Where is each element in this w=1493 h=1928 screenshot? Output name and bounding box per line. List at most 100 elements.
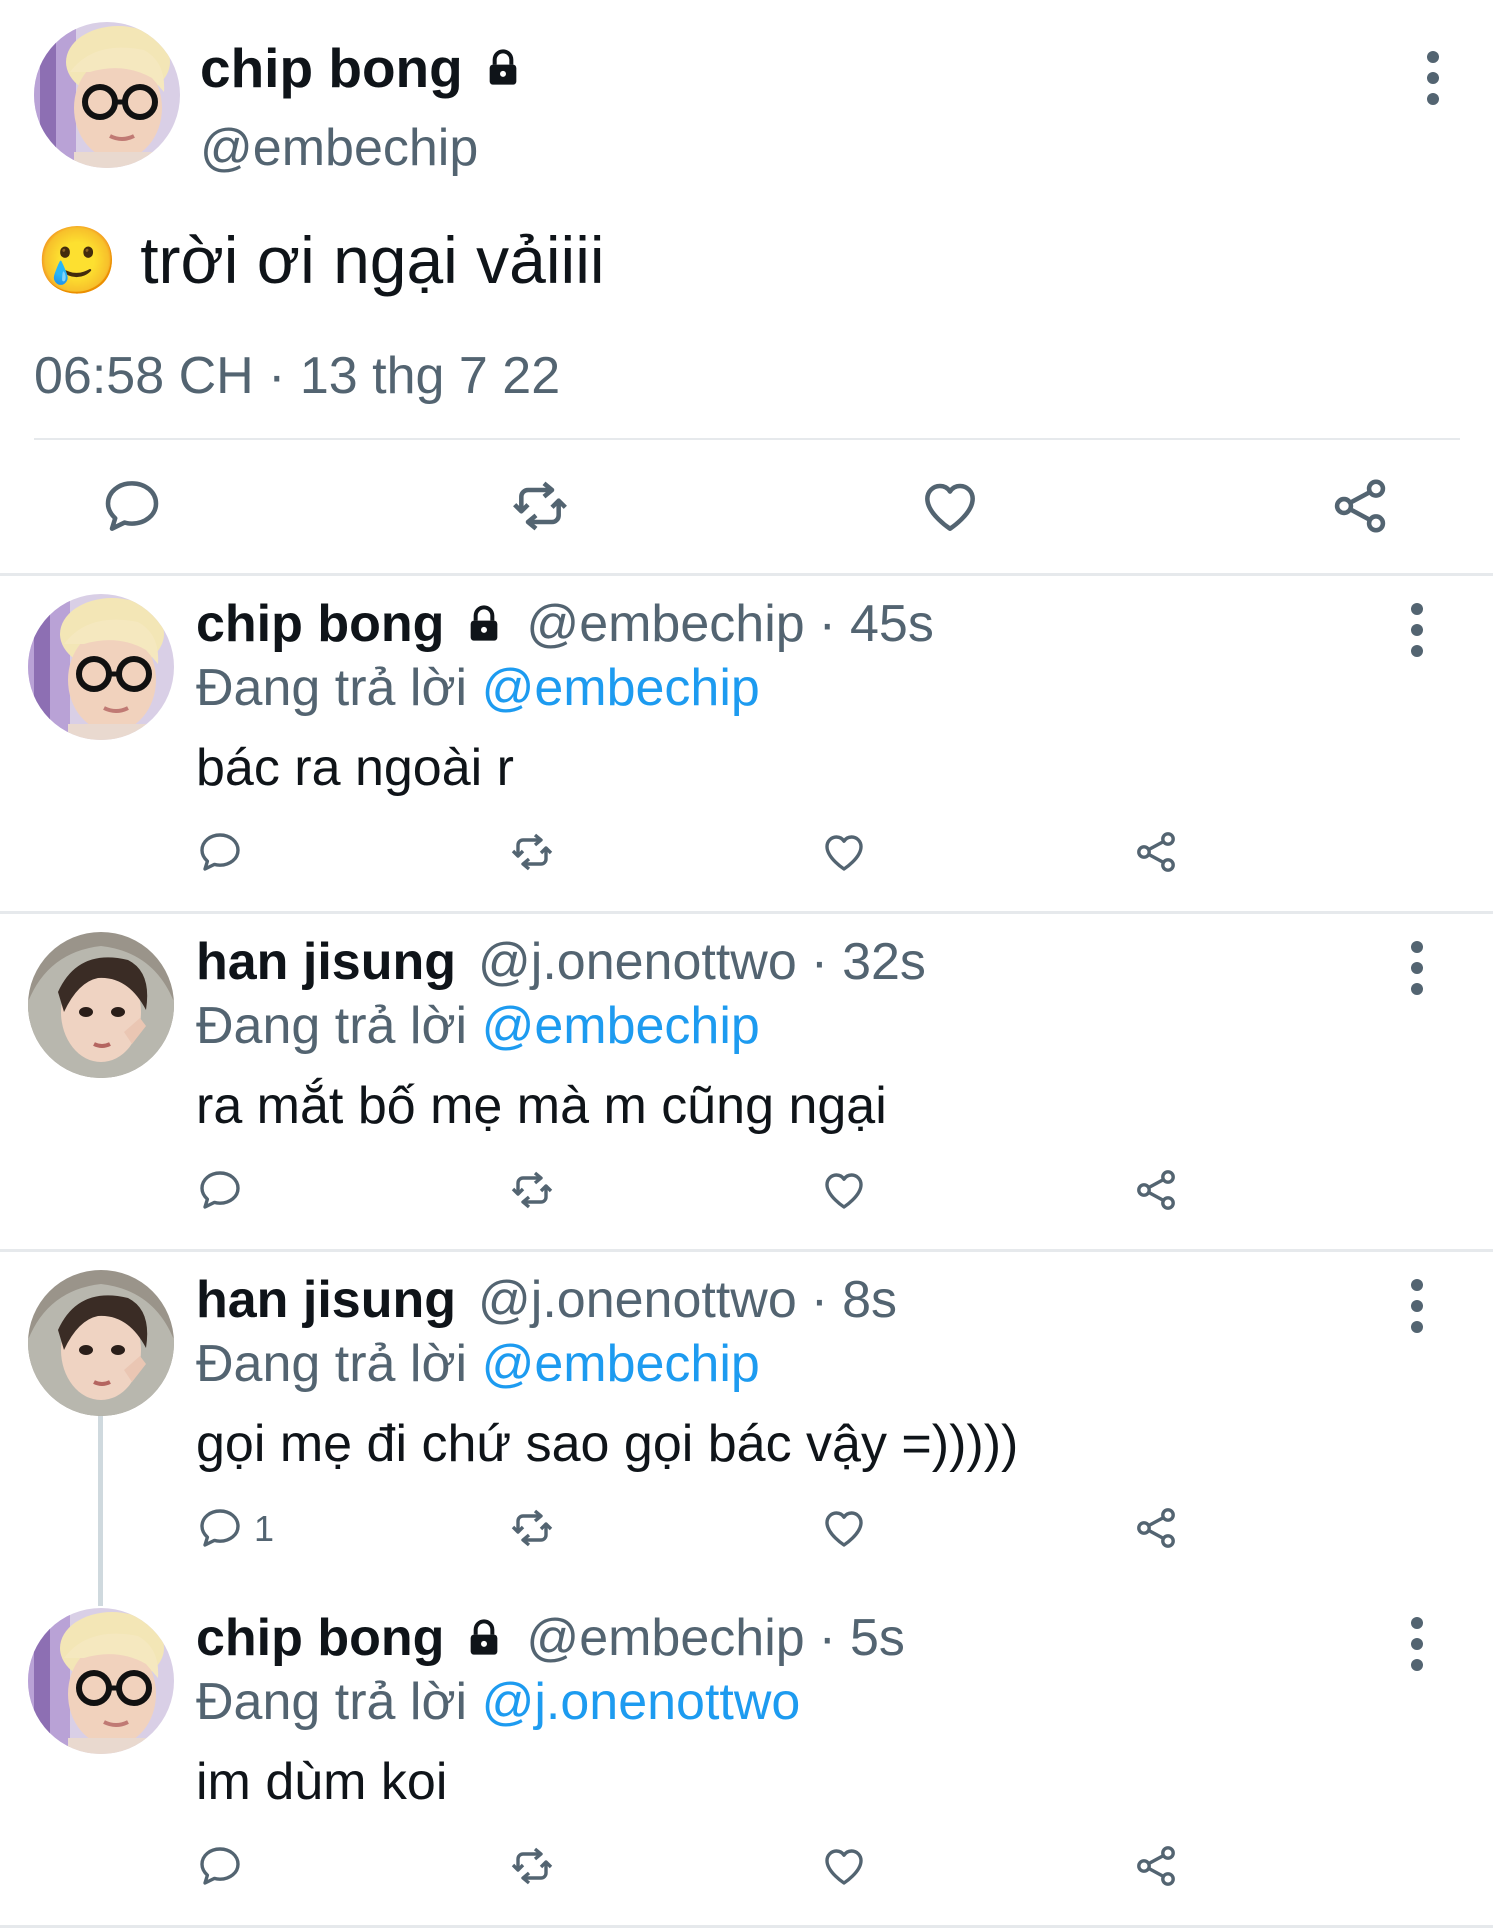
like-button[interactable] bbox=[820, 828, 868, 876]
reply-button[interactable] bbox=[196, 1504, 244, 1552]
reply-text: im dùm koi bbox=[196, 1753, 448, 1811]
mention-link[interactable]: @embechip bbox=[482, 1335, 760, 1393]
heart-icon bbox=[820, 1166, 868, 1214]
like-button[interactable] bbox=[820, 1166, 868, 1214]
reply-header: chip bong @embechip · 5s bbox=[196, 1606, 905, 1670]
share-icon bbox=[1132, 1504, 1180, 1552]
retweet-icon bbox=[508, 1166, 556, 1214]
separator-dot: · bbox=[818, 1609, 836, 1667]
author-name[interactable]: han jisung bbox=[196, 930, 456, 994]
author-name-text: chip bong bbox=[200, 37, 463, 99]
like-button[interactable] bbox=[820, 1504, 868, 1552]
avatar[interactable] bbox=[28, 1608, 174, 1754]
separator-dot: · bbox=[810, 933, 829, 991]
tweet-timestamp[interactable]: 06:58 CH · 13 thg 7 22 bbox=[34, 345, 560, 407]
author-name[interactable]: han jisung bbox=[196, 1268, 456, 1332]
divider bbox=[34, 438, 1460, 440]
reply-icon bbox=[100, 474, 164, 538]
replying-to-line: Đang trả lời @j.onenottwo bbox=[196, 1670, 800, 1734]
avatar[interactable] bbox=[34, 22, 180, 168]
heart-icon bbox=[820, 1842, 868, 1890]
tweet-age[interactable]: 8s bbox=[842, 1268, 897, 1332]
share-button[interactable] bbox=[1328, 474, 1392, 538]
share-icon bbox=[1132, 828, 1180, 876]
avatar[interactable] bbox=[28, 1270, 174, 1416]
author-handle[interactable]: @j.onenottwo bbox=[478, 1268, 797, 1332]
reply-button[interactable] bbox=[196, 828, 244, 876]
replying-to-label: Đang trả lời bbox=[196, 659, 468, 717]
share-button[interactable] bbox=[1132, 1842, 1180, 1890]
mention-link[interactable]: @embechip bbox=[482, 997, 760, 1055]
replying-to-line: Đang trả lời @embechip bbox=[196, 1332, 760, 1396]
reply-button[interactable] bbox=[100, 474, 164, 538]
more-options-icon[interactable] bbox=[1392, 1614, 1442, 1674]
reply-header: han jisung @j.onenottwo · 8s bbox=[196, 1268, 897, 1332]
more-options-icon[interactable] bbox=[1392, 938, 1442, 998]
replying-to-line: Đang trả lời @embechip bbox=[196, 656, 760, 720]
lock-icon bbox=[464, 1618, 504, 1658]
replying-to-line: Đang trả lời @embechip bbox=[196, 994, 760, 1058]
reply-header: han jisung @j.onenottwo · 32s bbox=[196, 930, 926, 994]
avatar[interactable] bbox=[28, 594, 174, 740]
reply-button[interactable] bbox=[196, 1166, 244, 1214]
author-name[interactable]: chip bong bbox=[196, 1606, 444, 1670]
reply-tweet[interactable]: han jisung @j.onenottwo · 8s Đang trả lờ… bbox=[0, 1252, 1493, 1590]
like-button[interactable] bbox=[918, 474, 982, 538]
more-options-icon[interactable] bbox=[1408, 48, 1458, 108]
heart-icon bbox=[820, 1504, 868, 1552]
share-icon bbox=[1328, 474, 1392, 538]
retweet-button[interactable] bbox=[508, 474, 572, 538]
retweet-icon bbox=[508, 1842, 556, 1890]
tweet-age[interactable]: 45s bbox=[850, 592, 934, 656]
mention-link[interactable]: @embechip bbox=[482, 659, 760, 717]
mention-link[interactable]: @j.onenottwo bbox=[482, 1673, 801, 1731]
tweet-text: 🥲 trời ơi ngại vảiiii bbox=[36, 220, 605, 300]
tweet-age[interactable]: 32s bbox=[842, 930, 926, 994]
retweet-icon bbox=[508, 474, 572, 538]
author-handle[interactable]: @embechip bbox=[526, 592, 804, 656]
reply-tweet[interactable]: chip bong @embechip · 45s Đang trả lời @… bbox=[0, 576, 1493, 914]
author-handle[interactable]: @j.onenottwo bbox=[478, 930, 797, 994]
crying-smile-emoji-icon: 🥲 bbox=[36, 223, 119, 297]
retweet-icon bbox=[508, 828, 556, 876]
retweet-button[interactable] bbox=[508, 828, 556, 876]
reply-text: ra mắt bố mẹ mà m cũng ngại bbox=[196, 1077, 887, 1135]
lock-icon bbox=[464, 604, 504, 644]
reply-count: 1 bbox=[254, 1508, 275, 1549]
retweet-button[interactable] bbox=[508, 1166, 556, 1214]
reply-icon bbox=[196, 1842, 244, 1890]
author-name[interactable]: chip bong bbox=[200, 36, 523, 100]
author-handle[interactable]: @embechip bbox=[526, 1606, 804, 1670]
reply-icon bbox=[196, 1166, 244, 1214]
like-button[interactable] bbox=[820, 1842, 868, 1890]
author-name[interactable]: chip bong bbox=[196, 592, 444, 656]
retweet-button[interactable] bbox=[508, 1842, 556, 1890]
share-icon bbox=[1132, 1842, 1180, 1890]
tweet-text-body: trời ơi ngại vảiiii bbox=[140, 223, 605, 297]
reply-tweet[interactable]: chip bong @embechip · 5s Đang trả lời @j… bbox=[0, 1590, 1493, 1928]
avatar[interactable] bbox=[28, 932, 174, 1078]
reply-text: gọi mẹ đi chứ sao gọi bác vậy =))))) bbox=[196, 1415, 1019, 1473]
replying-to-label: Đang trả lời bbox=[196, 997, 468, 1055]
author-handle[interactable]: @embechip bbox=[200, 118, 478, 178]
share-button[interactable] bbox=[1132, 1504, 1180, 1552]
replying-to-label: Đang trả lời bbox=[196, 1335, 468, 1393]
reply-tweet[interactable]: han jisung @j.onenottwo · 32s Đang trả l… bbox=[0, 914, 1493, 1252]
share-button[interactable] bbox=[1132, 1166, 1180, 1214]
more-options-icon[interactable] bbox=[1392, 600, 1442, 660]
tweet-age[interactable]: 5s bbox=[850, 1606, 905, 1670]
reply-text: bác ra ngoài r bbox=[196, 739, 514, 797]
retweet-button[interactable] bbox=[508, 1504, 556, 1552]
separator-dot: · bbox=[810, 1271, 829, 1329]
more-options-icon[interactable] bbox=[1392, 1276, 1442, 1336]
lock-icon bbox=[483, 48, 523, 88]
reply-header: chip bong @embechip · 45s bbox=[196, 592, 934, 656]
heart-icon bbox=[820, 828, 868, 876]
reply-button[interactable] bbox=[196, 1842, 244, 1890]
share-button[interactable] bbox=[1132, 828, 1180, 876]
share-icon bbox=[1132, 1166, 1180, 1214]
heart-icon bbox=[918, 474, 982, 538]
separator-dot: · bbox=[818, 595, 836, 653]
replying-to-label: Đang trả lời bbox=[196, 1673, 468, 1731]
retweet-icon bbox=[508, 1504, 556, 1552]
